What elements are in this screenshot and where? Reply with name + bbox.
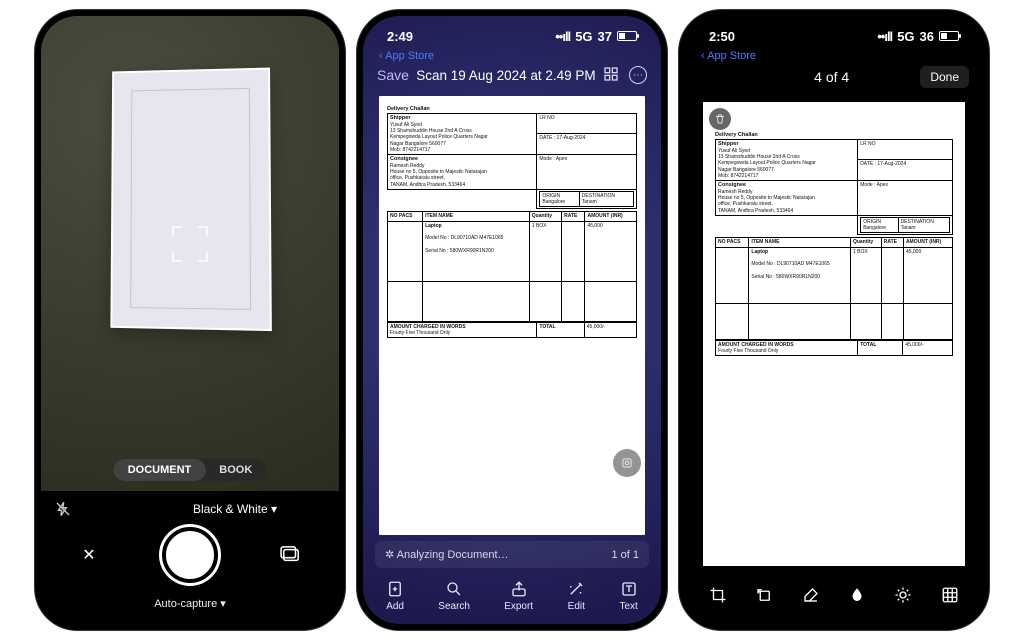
phone-scan-capture: DOCUMENT BOOK Black & White ▾ ✕ Auto-cap… [35,10,345,630]
shutter-button[interactable] [162,527,218,583]
analyzing-banner: ✲ Analyzing Document… 1 of 1 [375,541,649,568]
scanned-document: Delivery Challan Shipper Yusuf Ali Syed … [379,96,645,535]
phone-scan-preview: 2:49 ••ıll 5G 37 ‹ App Store Save Scan 1… [357,10,667,630]
brightness-icon[interactable] [892,584,914,606]
done-button[interactable]: Done [920,66,969,88]
export-button[interactable]: Export [504,580,533,612]
crop-icon[interactable] [707,584,729,606]
screen-2: 2:49 ••ıll 5G 37 ‹ App Store Save Scan 1… [363,16,661,624]
save-button[interactable]: Save [377,67,409,83]
signal-icon: ••ıll [555,29,570,44]
document-canvas: Delivery Challan Shipper Yusuf Ali Syed … [703,102,965,566]
add-button[interactable]: Add [386,580,404,612]
grid-icon[interactable] [603,66,619,84]
edit-button[interactable]: Edit [567,580,585,612]
clock: 2:49 [387,29,413,44]
blur-icon[interactable] [846,584,868,606]
back-to-appstore[interactable]: ‹ App Store [363,50,661,62]
status-right: ••ıll 5G 37 [555,29,637,44]
screen-3: 2:50 ••ıll 5G 36 ‹ App Store 4 of 4 Done… [685,16,983,624]
rotate-icon[interactable] [753,584,775,606]
eraser-icon[interactable] [800,584,822,606]
search-button[interactable]: Search [438,580,470,612]
search-icon [445,580,463,598]
scanned-document: Delivery Challan Shipper Yusuf Ali Syed … [711,130,957,358]
battery-icon [617,31,637,41]
wand-icon [567,580,585,598]
enhance-icon[interactable] [613,449,641,477]
doc-title: Delivery Challan [387,106,637,113]
battery-icon [939,31,959,41]
analyzing-label: ✲ Analyzing Document… [385,548,509,561]
close-button[interactable]: ✕ [75,541,103,569]
filters-grid-icon[interactable] [939,584,961,606]
auto-capture-toggle[interactable]: Auto-capture ▾ [41,593,339,610]
network-label: 5G [575,29,592,44]
mode-book[interactable]: BOOK [205,459,266,481]
capture-mode-segmented[interactable]: DOCUMENT BOOK [114,459,267,481]
text-button[interactable]: Text [620,580,638,612]
document-preview-pane[interactable]: Delivery Challan Shipper Yusuf Ali Syed … [363,92,661,535]
page-counter: 4 of 4 [814,69,849,85]
preview-toolbar: Add Search Export Edit Text [363,574,661,624]
page-indicator: 1 of 1 [611,549,639,561]
edit-toolbar [685,570,983,624]
signal-icon: ••ıll [877,29,892,44]
more-menu-icon[interactable]: ⋯ [629,66,647,84]
delete-page-icon[interactable] [709,108,731,130]
clock: 2:50 [709,29,735,44]
camera-viewport[interactable]: DOCUMENT BOOK [41,16,339,491]
network-label: 5G [897,29,914,44]
detected-document-overlay [110,68,271,332]
battery-pct: 36 [920,29,934,44]
gallery-icon[interactable] [277,541,305,569]
preview-header: Save Scan 19 Aug 2024 at 2.49 PM ⋯ [363,62,661,92]
edit-header: 4 of 4 Done [685,62,983,98]
filter-selector[interactable]: Black & White ▾ [193,502,277,516]
edit-document-pane[interactable]: Delivery Challan Shipper Yusuf Ali Syed … [685,98,983,570]
screen-1: DOCUMENT BOOK Black & White ▾ ✕ Auto-cap… [41,16,339,624]
back-to-appstore[interactable]: ‹ App Store [685,50,983,62]
scan-title: Scan 19 Aug 2024 at 2.49 PM [409,68,603,83]
phone-scan-edit: 2:50 ••ıll 5G 36 ‹ App Store 4 of 4 Done… [679,10,989,630]
status-right: ••ıll 5G 36 [877,29,959,44]
text-icon [620,580,638,598]
add-page-icon [386,580,404,598]
share-icon [510,580,528,598]
mode-document[interactable]: DOCUMENT [114,459,206,481]
battery-pct: 37 [598,29,612,44]
flash-off-icon[interactable] [55,501,75,517]
focus-reticle [172,226,208,262]
capture-bottom-bar: Black & White ▾ ✕ Auto-capture ▾ [41,491,339,624]
